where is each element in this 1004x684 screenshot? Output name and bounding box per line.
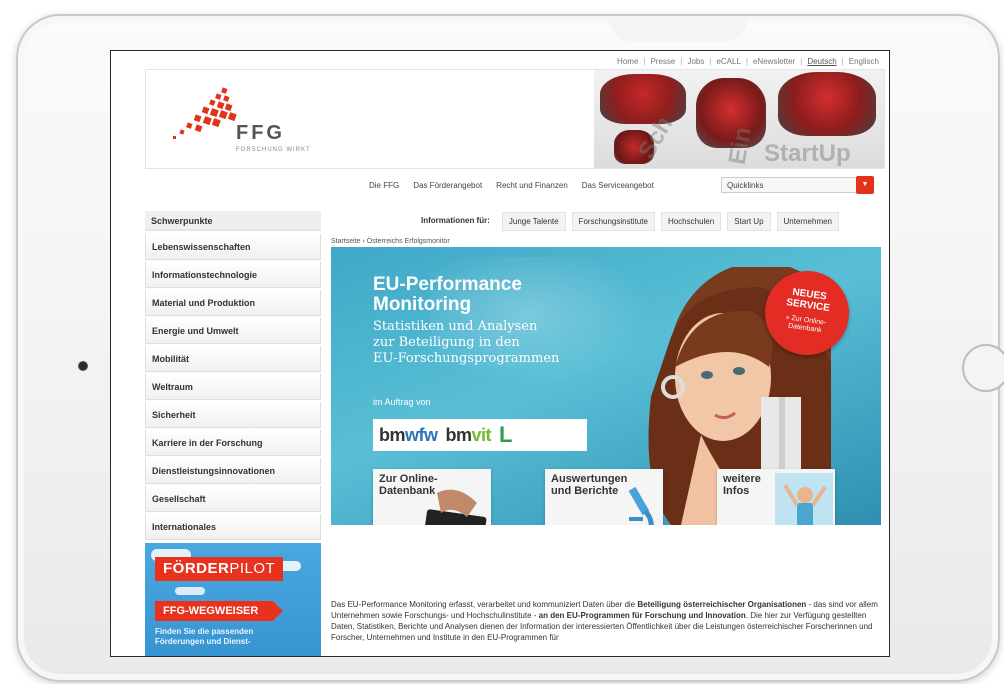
device-edge [608,16,748,42]
child-cheering-image [775,473,833,525]
chevron-down-icon[interactable]: ▼ [856,176,874,194]
top-link-enewsletter[interactable]: eNewsletter [753,57,795,66]
hero-title-line: Monitoring [373,294,472,315]
paragraph-text: Das EU-Performance Monitoring erfasst, v… [331,600,638,609]
breadcrumb[interactable]: Startseite › Österreichs Erfolgsmonitor [331,238,450,245]
quicklinks-label: Quicklinks [727,181,764,190]
bmvit-logo: bmvit [446,425,492,446]
ministry-logos: bmwfw bmvit L [373,419,587,451]
nav-die-ffg[interactable]: Die FFG [369,181,399,190]
tab-unternehmen[interactable]: Unternehmen [776,211,840,231]
brand-tagline: FORSCHUNG WIRKT [236,147,311,153]
tile-weitere-infos[interactable]: weitere Infos [717,469,835,525]
nav-recht-finanzen[interactable]: Recht und Finanzen [496,181,568,190]
quicklinks-select[interactable]: Quicklinks ▼ [721,176,874,194]
foerderpilot-logo[interactable]: FÖRDERPILOT [155,557,284,581]
camera-icon [78,361,88,371]
hero-title-line: EU-Performance [373,274,522,295]
hero-title: EU-Performance Monitoring [373,275,522,315]
foerderpilot-part-1: FÖRDER [163,560,230,577]
sidebar: Lebenswissenschaften Informationstechnol… [145,234,321,542]
sidebar-item-weltraum[interactable]: Weltraum [145,374,321,400]
audience-label: Informationen für: [421,215,490,225]
sidebar-item-karriere[interactable]: Karriere in der Forschung [145,430,321,456]
logo-text: bm [379,424,406,445]
sidebar-item-lebenswissenschaften[interactable]: Lebenswissenschaften [145,234,321,260]
site-header: FFG FORSCHUNG WIRKT Sch Ein StartUp [145,69,885,169]
wegweiser-link[interactable]: FFG-WEGWEISER [155,601,283,621]
logo-text: vit [471,424,492,445]
brand-name: FFG [236,122,285,144]
tile-title-line: weitere [723,473,761,485]
hero-banner[interactable]: EU-Performance Monitoring Statistiken un… [331,247,881,525]
tile-online-datenbank[interactable]: Zur Online- Datenbank [373,469,491,525]
top-link-jobs[interactable]: Jobs [687,57,704,66]
promo-text-line: Finden Sie die passenden [155,627,254,636]
sidebar-item-informationstechnologie[interactable]: Informationstechnologie [145,262,321,288]
bmwfw-logo: bmwfw [379,425,438,446]
hero-subtitle: Statistiken und Analysen zur Beteiligung… [373,319,559,367]
hero-subtitle-line: zur Beteiligung in den [373,335,520,350]
top-links: Home | Presse | Jobs | eCALL | eNewsletter | … [617,57,879,66]
logo-text: bm [445,424,473,445]
tab-junge-talente[interactable]: Junge Talente [501,211,566,231]
top-link-home[interactable]: Home [617,57,638,66]
sidebar-item-mobilitaet[interactable]: Mobilität [145,346,321,372]
top-link-ecall[interactable]: eCALL [716,57,740,66]
audience-tabs: Informationen für: Junge Talente Forschu… [415,211,840,231]
sidebar-item-material-produktion[interactable]: Material und Produktion [145,290,321,316]
tile-title-line: Infos [723,485,750,497]
top-link-englisch[interactable]: Englisch [849,57,879,66]
screen: Home | Presse | Jobs | eCALL | eNewsletter | … [110,50,890,657]
tab-forschungsinstitute[interactable]: Forschungsinstitute [571,211,655,231]
secondary-bar: Schwerpunkte Informationen für: Junge Ta… [145,211,885,231]
sidebar-item-internationales[interactable]: Internationales [145,514,321,540]
promo-text: Finden Sie die passenden Förderungen und… [155,627,253,647]
badge-link: » Zur Online- Datenbank [763,311,848,339]
header-photo: Sch Ein StartUp [594,70,884,168]
nav-foerderangebot[interactable]: Das Förderangebot [413,181,482,190]
paragraph-bold-text: an den EU-Programmen für Forschung und I… [538,611,746,620]
tablet-hand-icon [423,489,487,525]
sidebar-item-gesellschaft[interactable]: Gesellschaft [145,486,321,512]
logo-text: wfw [405,424,438,445]
promo-box[interactable]: FÖRDERPILOT FFG-WEGWEISER Finden Sie die… [145,543,321,656]
sidebar-item-dienstleistungsinnovationen[interactable]: Dienstleistungsinnovationen [145,458,321,484]
intro-paragraph: Das EU-Performance Monitoring erfasst, v… [331,599,881,643]
website: Home | Presse | Jobs | eCALL | eNewsletter | … [145,51,885,656]
hero-subtitle-line: Statistiken und Analysen [373,319,538,334]
hero-commissioned-by: im Auftrag von [373,397,431,407]
home-button[interactable] [962,344,1004,392]
main-nav: Die FFG Das Förderangebot Recht und Fina… [369,181,654,190]
promo-text-line: Förderungen und Dienst- [155,637,251,646]
photo-word: StartUp [764,140,851,167]
photo-word: Ein [723,125,757,167]
top-link-deutsch[interactable]: Deutsch [807,57,836,66]
paragraph-bold-text: Beteiligung österreichischer Organisatio… [637,600,807,609]
foerderpilot-part-2: PILOT [229,560,276,577]
microscope-icon [628,486,654,525]
top-link-presse[interactable]: Presse [650,57,675,66]
nav-serviceangebot[interactable]: Das Serviceangebot [582,181,654,190]
sidebar-heading: Schwerpunkte [145,211,321,231]
tile-title: weitere Infos [723,473,761,497]
tab-hochschulen[interactable]: Hochschulen [660,211,722,231]
sidebar-item-energie-umwelt[interactable]: Energie und Umwelt [145,318,321,344]
lebensministerium-logo: L [499,422,513,447]
hero-subtitle-line: EU-Forschungsprogrammen [373,351,560,366]
tab-start-up[interactable]: Start Up [727,211,771,231]
ffg-logo-icon[interactable] [170,86,240,146]
sidebar-item-sicherheit[interactable]: Sicherheit [145,402,321,428]
tile-auswertungen-berichte[interactable]: Auswertungen und Berichte [545,469,663,525]
